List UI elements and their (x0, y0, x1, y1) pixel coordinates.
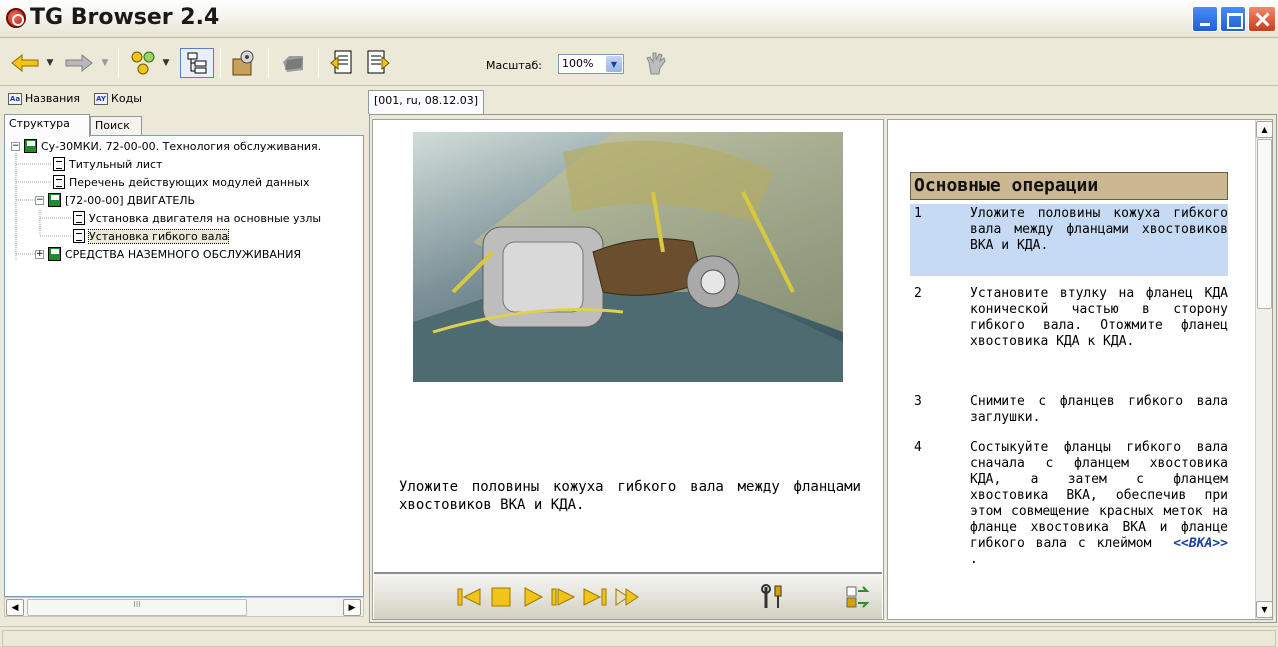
operation-step[interactable]: 3 Снимите с фланцев гибкого вала заглушк… (910, 392, 1228, 430)
view-tab-names[interactable]: Aa Названия (8, 92, 80, 105)
step-forward-icon (551, 588, 576, 606)
tree-node-flex-shaft[interactable]: Установка гибкого вала (73, 228, 230, 244)
structure-tree: − Су-30МКИ. 72-00-00. Технология обслужи… (4, 135, 364, 597)
toolbar: ▼ ▼ ▼ Масштаб: 100% ▼ (0, 40, 1278, 86)
to-end-button[interactable] (582, 585, 608, 609)
engine-illustration (413, 132, 843, 382)
operation-step[interactable]: 4 Состыкуйте фланцы гибкого вала сначала… (910, 438, 1228, 618)
tree-horizontal-scrollbar[interactable]: ◀ III ▶ (4, 597, 364, 617)
document-forward-icon (367, 50, 390, 74)
names-icon: Aa (8, 92, 22, 105)
scale-value: 100% (562, 57, 594, 70)
tree-node-engine-install[interactable]: Установка двигателя на основные узлы (73, 211, 321, 225)
view-tab-names-label: Названия (25, 92, 81, 105)
loop-button[interactable] (614, 585, 640, 609)
close-button[interactable] (1248, 6, 1276, 32)
document-back-icon (330, 50, 352, 74)
rewind-button[interactable] (456, 585, 482, 609)
settings-button[interactable] (226, 48, 260, 78)
window-title: TG Browser 2.4 (30, 5, 220, 30)
view-tab-codes[interactable]: AY Коды (94, 92, 142, 105)
scroll-down-icon[interactable]: ▼ (1256, 601, 1272, 618)
prev-document-button[interactable] (326, 48, 358, 78)
tab-search[interactable]: Поиск (90, 116, 142, 136)
scroll-thumb[interactable]: III (27, 599, 247, 616)
chevron-down-icon[interactable]: ▼ (606, 56, 622, 72)
step-forward-button[interactable] (550, 585, 576, 609)
scroll-up-icon[interactable]: ▲ (1256, 121, 1272, 138)
tree-lines (15, 153, 71, 261)
scroll-right-icon[interactable]: ▶ (343, 599, 361, 616)
back-button[interactable] (8, 48, 42, 78)
view-tab-codes-label: Коды (111, 92, 142, 105)
codes-icon: AY (94, 92, 109, 105)
scale-select[interactable]: 100% ▼ (558, 54, 624, 74)
next-document-button[interactable] (362, 48, 394, 78)
pointer-button[interactable] (640, 48, 670, 78)
animation-player (374, 572, 882, 619)
title-bar: TG Browser 2.4 (0, 0, 1278, 38)
stop-button[interactable] (488, 585, 514, 609)
print-button[interactable] (276, 48, 310, 78)
step-4-text: Состыкуйте фланцы гибкого вала сначала с… (970, 440, 1228, 551)
nodes-icon (131, 51, 155, 75)
play-button[interactable] (520, 585, 546, 609)
hierarchy-button[interactable] (126, 48, 160, 78)
zoom-toggle-button[interactable] (844, 585, 870, 609)
scale-label: Масштаб: (486, 59, 542, 72)
arrow-right-icon (65, 53, 93, 73)
tools-button[interactable] (760, 584, 786, 609)
play-icon (524, 587, 544, 607)
document-content: Уложите половины кожуха гибкого вала меж… (369, 114, 1277, 623)
stop-icon (491, 587, 511, 607)
tree-view-button[interactable] (180, 48, 214, 78)
scroll-left-icon[interactable]: ◀ (6, 599, 24, 616)
hierarchy-dropdown[interactable]: ▼ (160, 48, 172, 78)
step-back-icon (457, 588, 481, 606)
skip-end-icon (583, 588, 607, 606)
maximize-button[interactable] (1220, 6, 1246, 32)
tree-node-module-list[interactable]: Перечень действующих модулей данных (53, 175, 310, 189)
app-logo-icon (6, 8, 26, 28)
tree-icon (187, 52, 207, 74)
forward-button[interactable] (62, 48, 96, 78)
operation-step[interactable]: 1 Уложите половины кожуха гибкого вала м… (910, 204, 1228, 276)
operations-vertical-scrollbar[interactable]: ▲ ▼ (1255, 120, 1272, 619)
vka-mark-link[interactable]: <<ВКА>> (1173, 536, 1228, 551)
illustration-viewer: Уложите половины кожуха гибкого вала меж… (372, 119, 884, 620)
operations-title: Основные операции (910, 172, 1228, 200)
document-tab[interactable]: [001, ru, 08.12.03] (368, 90, 485, 114)
wrench-screwdriver-icon (761, 584, 782, 608)
view-mode-tabs: Aa Названия AY Коды (8, 92, 142, 105)
app-window: TG Browser 2.4 ▼ ▼ ▼ Масштаб: 100% ▼ Aa … (0, 0, 1278, 647)
navigation-panel: Aa Названия AY Коды Структура Поиск − Су… (2, 88, 364, 623)
operations-panel: Основные операции 1 Уложите половины кож… (887, 119, 1273, 620)
printer-icon (283, 56, 303, 72)
operation-step[interactable]: 2 Установите втулку на фланец КДА кониче… (910, 284, 1228, 370)
status-bar (0, 626, 1278, 647)
step-4-tail: . (970, 552, 978, 567)
tab-structure[interactable]: Структура (4, 114, 90, 137)
forward-history-dropdown[interactable]: ▼ (99, 48, 111, 78)
arrow-left-icon (11, 53, 39, 73)
back-history-dropdown[interactable]: ▼ (44, 48, 56, 78)
engine-drawing (413, 132, 843, 382)
scroll-thumb[interactable] (1257, 139, 1272, 309)
minimize-button[interactable] (1192, 6, 1218, 32)
hand-pointer-icon (646, 52, 666, 75)
gear-box-icon (232, 50, 254, 76)
loop-icon (615, 588, 639, 606)
illustration-caption: Уложите половины кожуха гибкого вала меж… (399, 479, 861, 513)
resize-icon (846, 586, 869, 608)
